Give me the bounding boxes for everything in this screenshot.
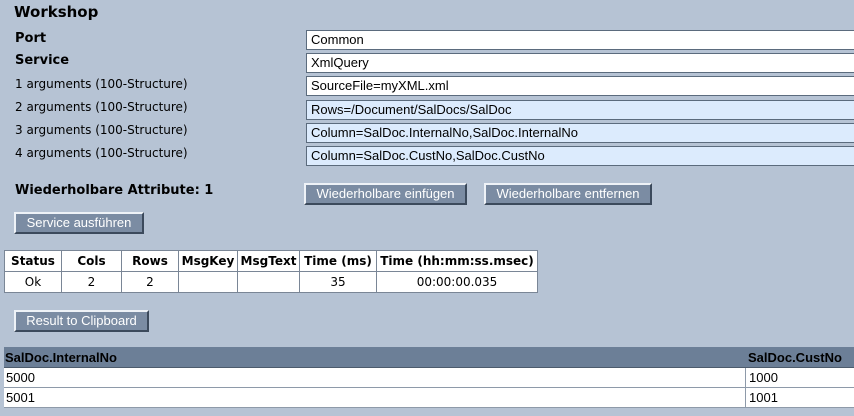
header-msgkey: MsgKey: [178, 250, 238, 272]
column-divider: [745, 388, 746, 407]
service-input[interactable]: XmlQuery: [306, 53, 854, 73]
page-title: Workshop: [14, 3, 99, 21]
status-table-header-row: Status Cols Rows MsgKey MsgText Time (ms…: [4, 250, 538, 272]
argument-3-input[interactable]: Column=SalDoc.InternalNo,SalDoc.Internal…: [306, 123, 854, 143]
status-table-row: Ok 2 2 35 00:00:00.035: [4, 271, 538, 293]
result-cell-custno: 1001: [749, 390, 778, 405]
argument-3-label: 3 arguments (100-Structure): [15, 123, 188, 137]
header-cols: Cols: [61, 250, 122, 272]
cell-msgkey: [178, 271, 238, 293]
service-label: Service: [15, 53, 70, 68]
insert-repeatable-button[interactable]: Wiederholbare einfügen: [304, 183, 467, 205]
remove-repeatable-button[interactable]: Wiederholbare entfernen: [484, 183, 652, 205]
header-msgtext: MsgText: [237, 250, 300, 272]
cell-cols: 2: [61, 271, 122, 293]
argument-2-input[interactable]: Rows=/Document/SalDocs/SalDoc: [306, 100, 854, 120]
port-label: Port: [15, 31, 47, 46]
argument-1-input[interactable]: SourceFile=myXML.xml: [306, 76, 854, 96]
result-cell-internalno: 5001: [6, 390, 35, 405]
cell-rows: 2: [121, 271, 179, 293]
result-header-custno: SalDoc.CustNo: [748, 350, 842, 365]
cell-time-ms: 35: [299, 271, 377, 293]
header-rows: Rows: [121, 250, 179, 272]
header-time-ms: Time (ms): [299, 250, 377, 272]
column-divider: [745, 368, 746, 387]
result-table-header: SalDoc.InternalNo SalDoc.CustNo: [4, 347, 854, 368]
argument-4-label: 4 arguments (100-Structure): [15, 146, 188, 160]
argument-2-label: 2 arguments (100-Structure): [15, 100, 188, 114]
result-to-clipboard-button[interactable]: Result to Clipboard: [14, 310, 149, 332]
header-status: Status: [4, 250, 62, 272]
cell-time-hms: 00:00:00.035: [376, 271, 538, 293]
cell-msgtext: [237, 271, 300, 293]
result-cell-custno: 1000: [749, 370, 778, 385]
header-time-hms: Time (hh:mm:ss.msec): [376, 250, 538, 272]
table-row: 5001 1001: [4, 388, 854, 408]
argument-1-label: 1 arguments (100-Structure): [15, 77, 188, 91]
table-row: 5000 1000: [4, 368, 854, 388]
result-table: SalDoc.InternalNo SalDoc.CustNo 5000 100…: [4, 347, 854, 408]
port-input[interactable]: Common: [306, 30, 854, 50]
repeatable-attributes-label: Wiederholbare Attribute: 1: [15, 183, 214, 198]
status-table: Status Cols Rows MsgKey MsgText Time (ms…: [4, 250, 538, 293]
argument-4-input[interactable]: Column=SalDoc.CustNo,SalDoc.CustNo: [306, 146, 854, 166]
result-header-internalno: SalDoc.InternalNo: [5, 350, 117, 365]
result-cell-internalno: 5000: [6, 370, 35, 385]
run-service-button[interactable]: Service ausführen: [14, 212, 144, 234]
cell-status: Ok: [4, 271, 62, 293]
